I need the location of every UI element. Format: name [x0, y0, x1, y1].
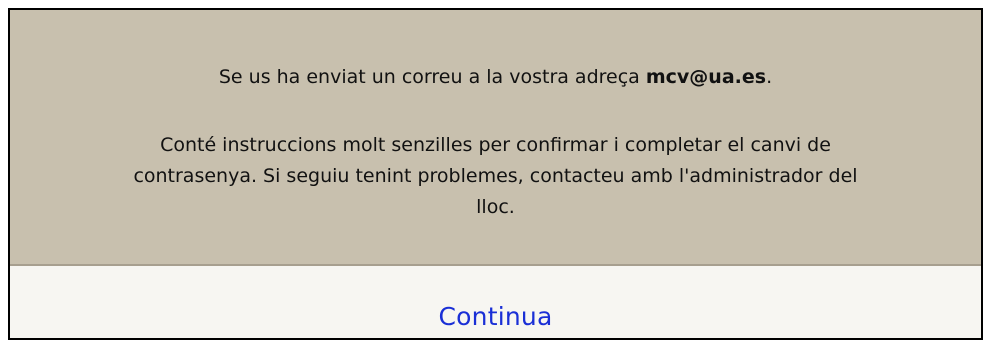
message-panel: Se us ha enviat un correu a la vostra ad…	[10, 10, 981, 266]
continue-link[interactable]: Continua	[439, 302, 553, 331]
notice-suffix: .	[766, 66, 773, 88]
notice-prefix: Se us ha enviat un correu a la vostra ad…	[218, 66, 646, 88]
email-address: mcv@ua.es	[645, 66, 767, 88]
instructions-text: Conté instruccions molt senzilles per co…	[133, 134, 858, 218]
email-sent-notice: Se us ha enviat un correu a la vostra ad…	[10, 65, 981, 89]
message-box: Se us ha enviat un correu a la vostra ad…	[8, 8, 983, 340]
continue-row: Continua	[10, 302, 981, 331]
